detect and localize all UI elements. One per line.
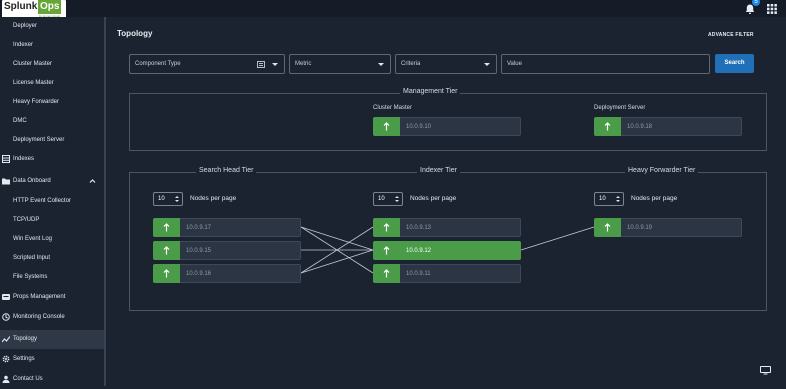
search-head-node[interactable]: 10.0.9.16 [153,264,301,283]
heavy-forwarder-node[interactable]: 10.0.9.19 [594,218,742,237]
node-ip: 10.0.9.15 [180,241,301,260]
status-up-indicator [373,241,400,260]
per-page-value: 10 [158,196,165,202]
spinner-arrows-icon [175,196,179,202]
nodes-per-page-label: Nodes per page [410,195,457,202]
per-page-value: 10 [599,196,606,202]
status-up-indicator [153,218,180,237]
arrow-up-icon [163,246,170,255]
desktop-icon[interactable] [760,366,771,375]
spinner-arrows-icon [395,196,399,202]
spinner-arrows-icon [616,196,620,202]
status-up-indicator [153,264,180,283]
status-up-indicator [594,218,621,237]
node-ip: 10.0.9.13 [400,218,521,237]
nodes-per-page-label: Nodes per page [190,195,237,202]
status-up-indicator [153,241,180,260]
arrow-up-icon [604,223,611,232]
node-ip: 10.0.9.17 [180,218,301,237]
arrow-up-icon [383,246,390,255]
node-ip: 10.0.9.11 [400,264,521,283]
node-ip: 10.0.9.12 [400,241,521,260]
arrow-up-icon [383,269,390,278]
arrow-up-icon [163,269,170,278]
arrow-up-icon [163,223,170,232]
indexer-node[interactable]: 10.0.9.13 [373,218,521,237]
indexer-node[interactable]: 10.0.9.11 [373,264,521,283]
per-page-value: 10 [378,196,385,202]
arrow-up-icon [383,223,390,232]
indexer-node-selected[interactable]: 10.0.9.12 [373,241,521,260]
status-up-indicator [373,218,400,237]
connection-line [520,226,595,251]
status-up-indicator [373,264,400,283]
node-ip: 10.0.9.16 [180,264,301,283]
search-head-per-page-select[interactable]: 10 [153,192,183,206]
nodes-per-page-label: Nodes per page [631,195,678,202]
search-head-node[interactable]: 10.0.9.15 [153,241,301,260]
node-ip: 10.0.9.19 [621,218,742,237]
connection-line [300,249,374,274]
search-head-node[interactable]: 10.0.9.17 [153,218,301,237]
heavy-forwarder-per-page-select[interactable]: 10 [594,192,624,206]
connection-line [300,226,374,251]
indexer-per-page-select[interactable]: 10 [373,192,403,206]
